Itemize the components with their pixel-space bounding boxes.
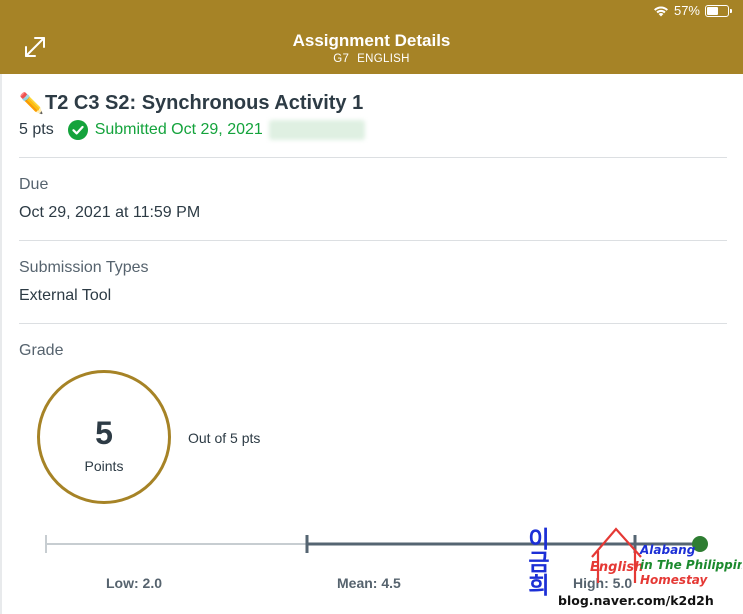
course-subtitle: G7 ENGLISH: [0, 53, 743, 65]
assignment-points: 5 pts: [19, 121, 54, 138]
battery-fill: [707, 6, 718, 15]
watermark-url: blog.naver.com/k2d2h: [558, 593, 714, 608]
blog-watermark: 이금희 English Alabang in The Philippines H…: [523, 527, 742, 608]
grade-out-of: Out of 5 pts: [188, 430, 261, 446]
mean-stat-label: Mean: 4.5: [337, 575, 401, 591]
submission-types-label: Submission Types: [19, 259, 149, 276]
battery-percent: 57%: [673, 3, 700, 18]
wifi-icon: [653, 6, 668, 16]
divider: [19, 157, 727, 158]
due-value: Oct 29, 2021 at 11:59 PM: [19, 204, 201, 221]
watermark-line4: in The Philippines: [640, 558, 742, 572]
course-name: ENGLISH: [357, 53, 410, 65]
redacted-time: [268, 120, 365, 140]
grade-circle: 5 Points: [37, 370, 171, 504]
assignment-details: ✏️ T2 C3 S2: Synchronous Activity 1 5 pt…: [0, 74, 743, 614]
low-stat-label: Low: 2.0: [106, 575, 163, 591]
assignment-meta: 5 pts Submitted Oct 29, 2021: [19, 120, 365, 140]
course-code: G7: [333, 53, 350, 65]
navigation-header: Assignment Details G7 ENGLISH: [0, 22, 743, 74]
submission-types-value: External Tool: [19, 287, 112, 304]
watermark-line3: Alabang: [639, 543, 696, 557]
battery-icon: [705, 4, 732, 17]
assignment-title: T2 C3 S2: Synchronous Activity 1: [45, 92, 364, 114]
grade-score: 5: [95, 415, 113, 451]
check-circle-icon: [67, 120, 88, 140]
watermark-line1: English: [590, 560, 643, 575]
grade-unit: Points: [84, 458, 124, 474]
divider: [19, 323, 727, 324]
status-indicators: 57%: [653, 3, 732, 18]
due-label: Due: [19, 176, 49, 193]
status-bar: 57%: [0, 0, 743, 22]
divider: [19, 240, 727, 241]
pencil-icon: ✏️: [19, 93, 44, 115]
watermark-line2: Homestay: [640, 573, 709, 587]
assignment-title-row: ✏️ T2 C3 S2: Synchronous Activity 1: [19, 91, 363, 116]
watermark-hangul: 이금희: [523, 527, 550, 596]
grade-label: Grade: [19, 342, 64, 359]
submission-status: Submitted Oct 29, 2021: [94, 121, 263, 138]
page-title: Assignment Details: [292, 31, 451, 50]
